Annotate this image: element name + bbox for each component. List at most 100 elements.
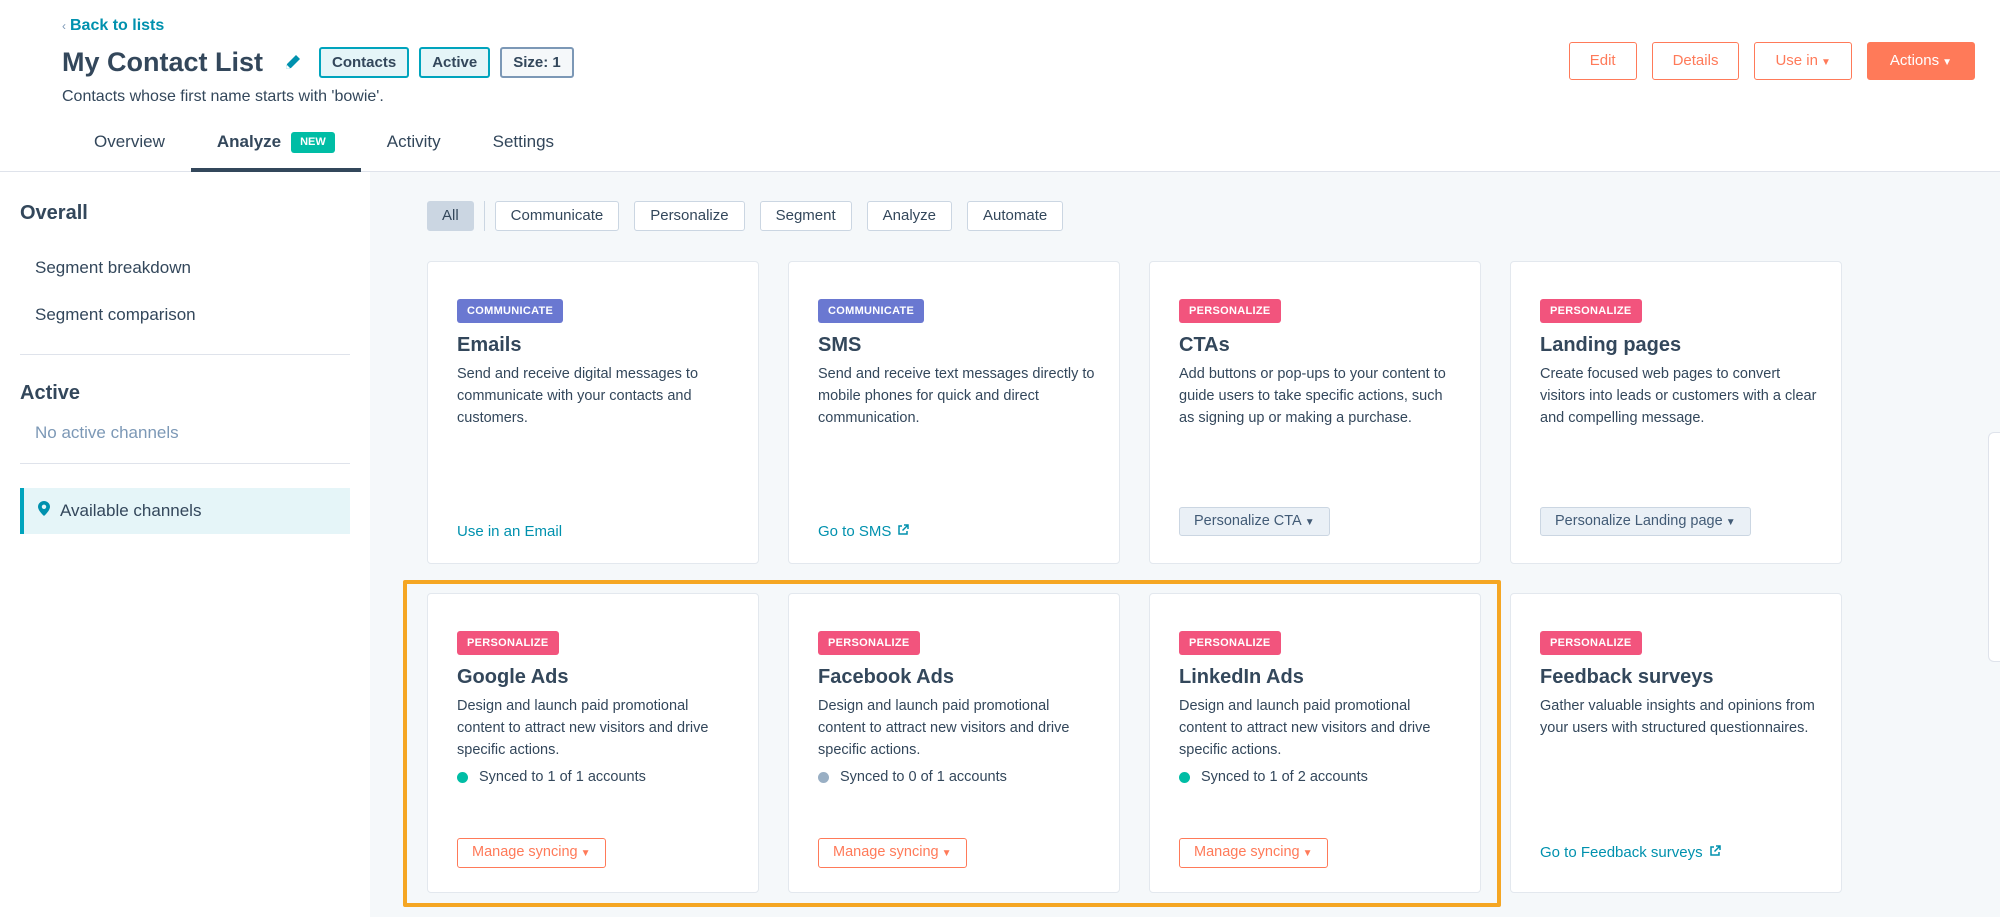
channel-card-linkedin-ads: PERSONALIZE LinkedIn Ads Design and laun… <box>1149 593 1481 893</box>
actions-button[interactable]: Actions ▼ <box>1866 42 1975 80</box>
edit-pencil-icon[interactable] <box>283 52 303 72</box>
sidebar-item-segment-breakdown[interactable]: Segment breakdown <box>35 258 191 278</box>
no-active-channels-text: No active channels <box>35 423 179 442</box>
caret-down-icon: ▼ <box>580 848 591 859</box>
card-title: LinkedIn Ads <box>1179 666 1304 688</box>
actions-label: Actions <box>1889 52 1940 69</box>
filter-segment[interactable]: Segment <box>759 201 852 231</box>
active-heading: Active <box>20 382 81 404</box>
go-to-feedback-surveys-link[interactable]: Go to Feedback surveys <box>1540 844 1721 861</box>
overall-heading: Overall <box>20 202 88 224</box>
caret-down-icon: ▼ <box>1942 57 1952 68</box>
sync-status: Synced to 0 of 1 accounts <box>818 769 1007 785</box>
manage-syncing-label: Manage syncing <box>833 844 939 860</box>
chevron-left-icon: ‹ <box>62 19 66 33</box>
card-description: Create focused web pages to convert visi… <box>1540 366 1817 426</box>
tab-analyze-label: Analyze <box>216 132 282 151</box>
manage-syncing-button[interactable]: Manage syncing ▼ <box>1179 838 1328 868</box>
card-description: Send and receive digital messages to com… <box>457 366 699 426</box>
card-description: Design and launch paid promotional conte… <box>1179 698 1431 758</box>
header-actions: Edit Details Use in ▼ Actions ▼ <box>1568 42 1975 80</box>
category-filters: All Communicate Personalize Segment Anal… <box>427 201 1078 231</box>
card-description: Send and receive text messages directly … <box>818 366 1095 426</box>
sidebar-divider <box>20 354 350 355</box>
side-panel-edge[interactable] <box>1988 432 2000 662</box>
channel-card-emails: COMMUNICATE Emails Send and receive digi… <box>427 261 759 564</box>
location-pin-icon <box>38 488 52 534</box>
manage-syncing-label: Manage syncing <box>472 844 578 860</box>
card-description: Add buttons or pop-ups to your content t… <box>1179 366 1446 426</box>
go-to-sms-label: Go to SMS <box>818 523 892 540</box>
personalize-landing-page-label: Personalize Landing page <box>1555 513 1723 529</box>
status-dot-icon <box>818 771 829 783</box>
category-pill: PERSONALIZE <box>1179 631 1281 655</box>
status-dot-icon <box>457 771 468 783</box>
edit-button[interactable]: Edit <box>1568 42 1637 80</box>
use-in-label: Use in <box>1775 52 1818 69</box>
channel-card-google-ads: PERSONALIZE Google Ads Design and launch… <box>427 593 759 893</box>
caret-down-icon: ▼ <box>941 848 952 859</box>
sync-status-text: Synced to 1 of 2 accounts <box>1201 769 1368 785</box>
list-tabs: Overview Analyze NEW Activity Settings <box>68 124 580 172</box>
use-in-email-link[interactable]: Use in an Email <box>457 523 562 540</box>
sidebar-item-available-channels[interactable]: Available channels <box>20 488 350 534</box>
filter-communicate[interactable]: Communicate <box>494 201 620 231</box>
tab-settings[interactable]: Settings <box>467 124 580 172</box>
details-button[interactable]: Details <box>1651 42 1740 80</box>
available-channels-label: Available channels <box>60 501 202 520</box>
title-row: My Contact List Contacts Active Size: 1 <box>62 44 574 80</box>
channel-card-facebook-ads: PERSONALIZE Facebook Ads Design and laun… <box>788 593 1120 893</box>
card-title: Emails <box>457 334 522 356</box>
back-label: Back to lists <box>70 17 165 34</box>
channels-panel: All Communicate Personalize Segment Anal… <box>370 172 2000 917</box>
sidebar-item-segment-comparison[interactable]: Segment comparison <box>35 305 196 325</box>
new-badge: NEW <box>291 132 335 153</box>
card-title: Feedback surveys <box>1540 666 1714 688</box>
caret-down-icon: ▼ <box>1302 848 1313 859</box>
tab-activity[interactable]: Activity <box>361 124 467 172</box>
list-header: ‹ Back to lists My Contact List Contacts … <box>0 0 2000 172</box>
go-to-sms-link[interactable]: Go to SMS <box>818 523 910 540</box>
channel-card-ctas: PERSONALIZE CTAs Add buttons or pop-ups … <box>1149 261 1481 564</box>
list-size-tag: Size: 1 <box>500 46 574 78</box>
card-description: Design and launch paid promotional conte… <box>818 698 1070 758</box>
caret-down-icon: ▼ <box>1304 517 1315 528</box>
filter-personalize[interactable]: Personalize <box>634 201 745 231</box>
personalize-cta-label: Personalize CTA <box>1194 513 1302 529</box>
filter-automate[interactable]: Automate <box>967 201 1064 231</box>
external-link-icon <box>897 523 910 535</box>
tab-overview[interactable]: Overview <box>68 124 191 172</box>
card-title: Facebook Ads <box>818 666 954 688</box>
use-in-button[interactable]: Use in ▼ <box>1754 42 1852 80</box>
card-description: Design and launch paid promotional conte… <box>457 698 709 758</box>
card-title: SMS <box>818 334 862 356</box>
status-dot-icon <box>1179 771 1190 783</box>
channel-card-sms: COMMUNICATE SMS Send and receive text me… <box>788 261 1120 564</box>
manage-syncing-button[interactable]: Manage syncing ▼ <box>818 838 967 868</box>
category-pill: PERSONALIZE <box>1540 299 1642 323</box>
list-description: Contacts whose first name starts with 'b… <box>62 88 384 105</box>
external-link-icon <box>1709 844 1721 856</box>
sync-status-text: Synced to 1 of 1 accounts <box>479 769 646 785</box>
back-to-lists-link[interactable]: ‹ Back to lists <box>62 17 164 35</box>
filter-all[interactable]: All <box>427 201 474 231</box>
manage-syncing-button[interactable]: Manage syncing ▼ <box>457 838 606 868</box>
category-pill: COMMUNICATE <box>457 299 564 323</box>
filter-divider <box>483 201 485 231</box>
analyze-sidebar: Overall Segment breakdown Segment compar… <box>0 172 370 917</box>
tab-analyze[interactable]: Analyze NEW <box>190 124 361 172</box>
personalize-cta-dropdown[interactable]: Personalize CTA ▼ <box>1179 507 1330 536</box>
filter-analyze[interactable]: Analyze <box>866 201 953 231</box>
sync-status-text: Synced to 0 of 1 accounts <box>840 769 1007 785</box>
category-pill: PERSONALIZE <box>1179 299 1281 323</box>
channel-card-feedback-surveys: PERSONALIZE Feedback surveys Gather valu… <box>1510 593 1842 893</box>
sync-status: Synced to 1 of 1 accounts <box>457 769 646 785</box>
personalize-landing-page-dropdown[interactable]: Personalize Landing page ▼ <box>1540 507 1751 536</box>
card-title: CTAs <box>1179 334 1230 356</box>
card-title: Google Ads <box>457 666 569 688</box>
caret-down-icon: ▼ <box>1820 57 1831 68</box>
card-title: Landing pages <box>1540 334 1682 356</box>
caret-down-icon: ▼ <box>1725 517 1736 528</box>
sync-status: Synced to 1 of 2 accounts <box>1179 769 1368 785</box>
category-pill: PERSONALIZE <box>457 631 559 655</box>
